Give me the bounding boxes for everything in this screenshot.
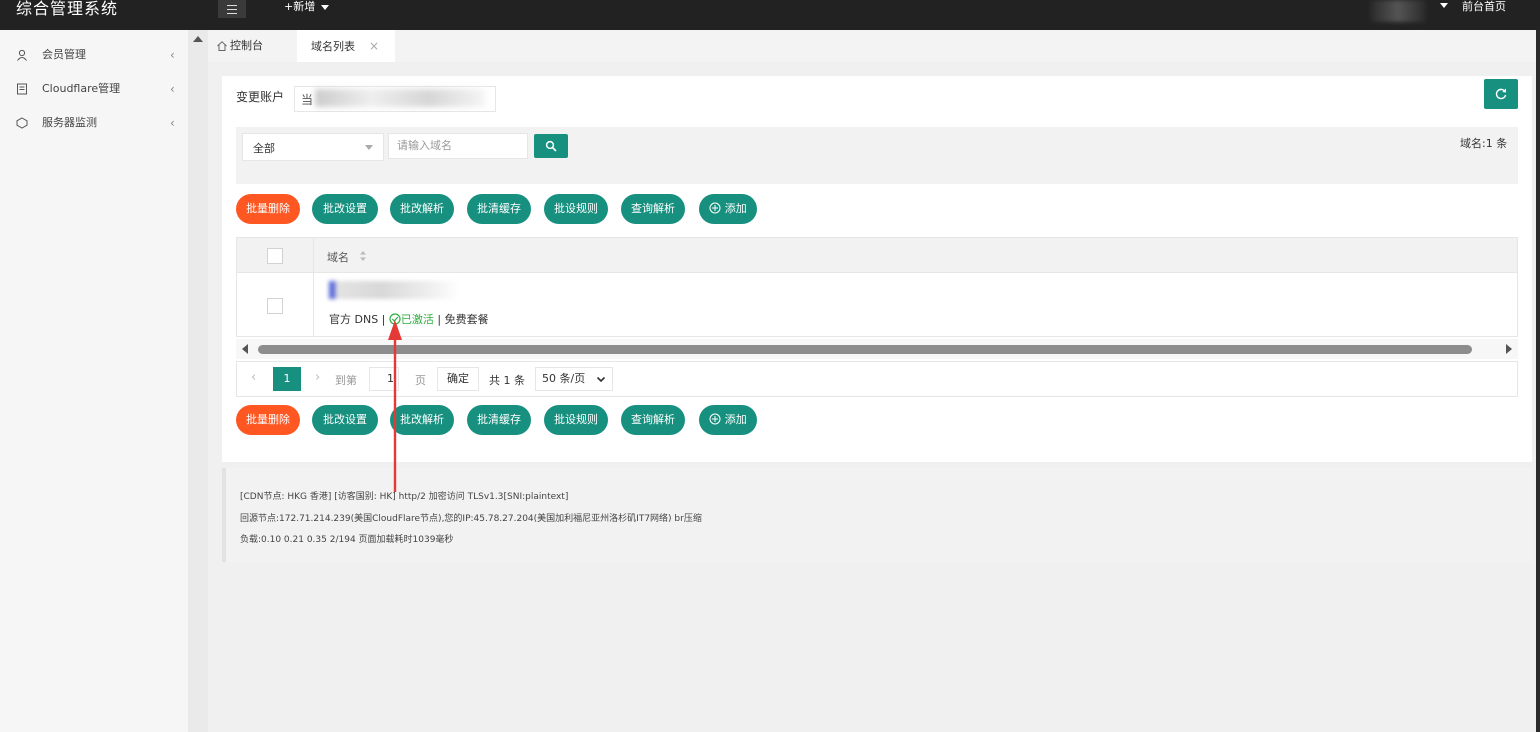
chevron-left-icon: ‹ (170, 82, 175, 96)
monitor-icon (16, 117, 28, 129)
plus-circle-icon (709, 202, 721, 214)
row-checkbox[interactable] (267, 298, 283, 314)
top-header: 综合管理系统 +新增 前台首页 (0, 0, 1540, 30)
page-size-select[interactable]: 50 条/页 (535, 367, 613, 391)
redacted-account-name (315, 89, 485, 107)
chevron-down-icon (365, 145, 373, 150)
add-domain-label: 添加 (724, 202, 747, 215)
sidebar-item-server-monitor[interactable]: 服务器监测 ‹ (0, 109, 188, 137)
new-menu-button[interactable]: +新增 (284, 0, 330, 14)
account-switch-input[interactable]: 当 (294, 86, 496, 112)
add-domain-button[interactable]: 添加 (699, 405, 757, 435)
domain-list-card: 变更账户 当 全部 请输入域名 域名:1 条 批量删除 批改设置 批改解析 批清… (222, 76, 1532, 462)
vertical-scrollbar[interactable] (188, 30, 208, 732)
goto-label: 到第 (335, 374, 357, 387)
annotation-arrow (388, 320, 402, 492)
sort-icon[interactable] (359, 250, 367, 262)
scroll-up-icon[interactable] (193, 36, 203, 42)
select-all-checkbox[interactable] (267, 248, 283, 264)
column-header-domain[interactable]: 域名 (327, 249, 349, 265)
redacted-domain-link[interactable] (329, 281, 459, 299)
sidebar-item-label: 会员管理 (42, 48, 86, 61)
front-page-link[interactable]: 前台首页 (1462, 0, 1506, 14)
table-row: 官方 DNS | 已激活 | 免费套餐 (236, 273, 1518, 337)
scroll-right-icon[interactable] (1506, 344, 1512, 354)
tab-dashboard[interactable]: 控制台 (208, 30, 278, 62)
refresh-icon (1495, 88, 1507, 100)
domain-table: 域名 官方 DNS | 已激活 | 免费套餐 ‹ 1 › 到第 1 页 确定 共… (236, 237, 1518, 397)
chevron-down-icon (321, 4, 330, 10)
sidebar: 会员管理 ‹ Cloudflare管理 ‹ 服务器监测 ‹ (0, 30, 189, 732)
user-icon (17, 49, 27, 61)
search-button[interactable] (534, 134, 568, 158)
chevron-left-icon: ‹ (170, 48, 175, 62)
server-info-panel: [CDN节点: HKG 香港] [访客国别: HK] http/2 加密访问 T… (222, 468, 1532, 562)
close-icon[interactable]: × (369, 39, 379, 53)
tab-bar: 控制台 域名列表 × (208, 30, 1536, 62)
status-select[interactable]: 全部 (242, 133, 384, 161)
scroll-left-icon[interactable] (242, 344, 248, 354)
account-value: 当 (301, 93, 314, 107)
new-menu-label: +新增 (284, 0, 316, 13)
refresh-button[interactable] (1484, 79, 1518, 109)
bulk-rules-button[interactable]: 批设规则 (544, 405, 608, 435)
menu-toggle-button[interactable] (218, 0, 246, 18)
window-edge (1536, 30, 1540, 732)
page-unit-label: 页 (415, 374, 426, 387)
tab-domain-list[interactable]: 域名列表 × (297, 30, 395, 62)
horizontal-scrollbar[interactable] (236, 339, 1518, 359)
plan-text: | 免费套餐 (433, 313, 489, 326)
total-count: 共 1 条 (489, 374, 525, 387)
goto-confirm-button[interactable]: 确定 (437, 367, 479, 391)
search-icon (545, 140, 557, 152)
app-title: 综合管理系统 (16, 0, 119, 18)
sidebar-item-members[interactable]: 会员管理 ‹ (0, 41, 188, 69)
query-dns-button[interactable]: 查询解析 (621, 194, 685, 224)
sidebar-item-label: 服务器监测 (42, 116, 97, 129)
home-icon (217, 41, 227, 51)
page-1-button[interactable]: 1 (273, 367, 301, 391)
bulk-purge-cache-button[interactable]: 批清缓存 (467, 405, 531, 435)
prev-page-icon[interactable]: ‹ (251, 370, 256, 385)
plus-circle-icon (709, 413, 721, 425)
filter-panel: 全部 请输入域名 域名:1 条 (236, 127, 1518, 184)
chevron-left-icon: ‹ (170, 116, 175, 130)
origin-info-line: 回源节点:172.71.214.239(美国CloudFlare节点),您的IP… (240, 514, 702, 524)
pagination: ‹ 1 › 到第 1 页 确定 共 1 条 50 条/页 (236, 361, 1518, 397)
avatar[interactable] (1370, 0, 1426, 22)
load-info-line: 负载:0.10 0.21 0.35 2/194 页面加载耗时1039毫秒 (240, 535, 454, 545)
bulk-delete-button[interactable]: 批量删除 (236, 405, 300, 435)
bulk-settings-button[interactable]: 批改设置 (312, 405, 378, 435)
bulk-purge-cache-button[interactable]: 批清缓存 (467, 194, 531, 224)
bulk-settings-button[interactable]: 批改设置 (312, 194, 378, 224)
page-size-value: 50 条/页 (542, 372, 586, 385)
column-divider (313, 273, 314, 336)
bulk-delete-button[interactable]: 批量删除 (236, 194, 300, 224)
add-domain-button[interactable]: 添加 (699, 194, 757, 224)
sidebar-item-label: Cloudflare管理 (42, 82, 121, 95)
domain-count: 域名:1 条 (1460, 137, 1508, 150)
tab-label: 域名列表 (311, 40, 355, 53)
query-dns-button[interactable]: 查询解析 (621, 405, 685, 435)
account-label: 变更账户 (236, 90, 285, 104)
status-select-value: 全部 (253, 142, 275, 155)
add-domain-label: 添加 (724, 413, 747, 426)
chevron-down-icon (596, 376, 606, 383)
sidebar-item-cloudflare[interactable]: Cloudflare管理 ‹ (0, 75, 188, 103)
bulk-rules-button[interactable]: 批设规则 (544, 194, 608, 224)
next-page-icon[interactable]: › (315, 370, 320, 385)
user-menu-chevron-icon[interactable] (1440, 3, 1448, 8)
bulk-dns-button[interactable]: 批改解析 (390, 194, 454, 224)
column-divider (313, 238, 314, 272)
scrollbar-thumb[interactable] (258, 345, 1472, 354)
tab-label: 控制台 (230, 39, 263, 52)
document-icon (17, 83, 27, 95)
domain-search-input[interactable]: 请输入域名 (388, 133, 528, 159)
table-header: 域名 (236, 237, 1518, 273)
